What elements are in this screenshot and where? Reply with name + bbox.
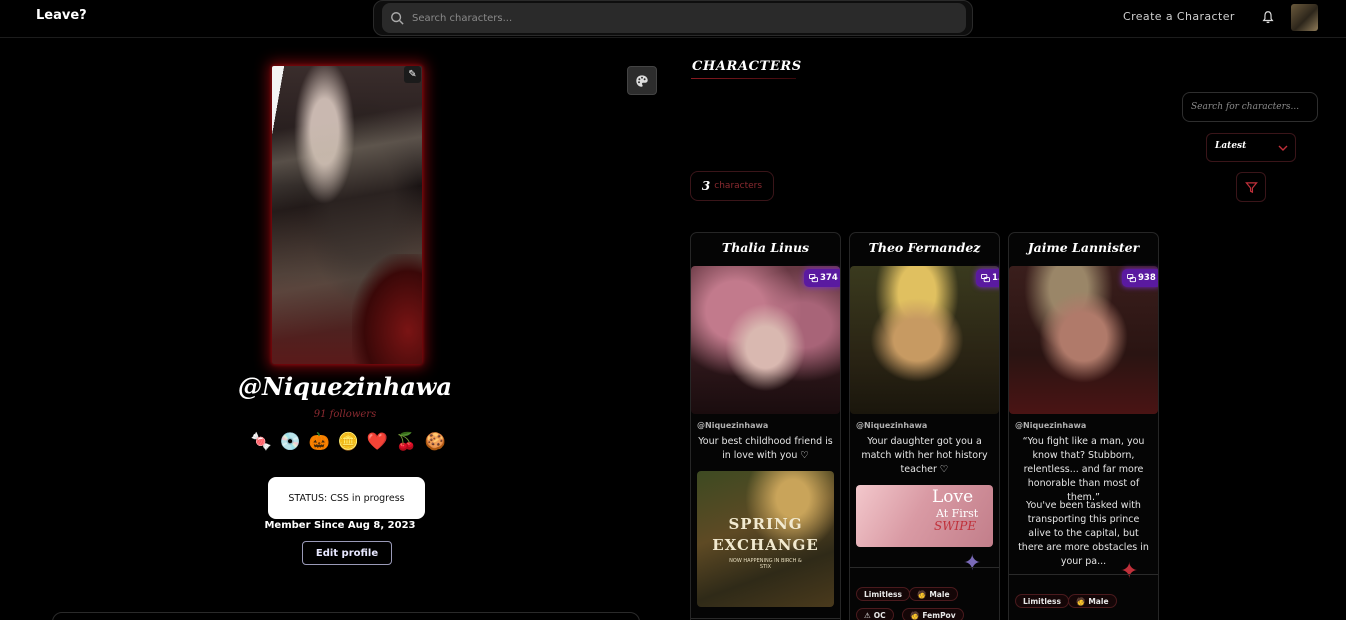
create-character-link[interactable]: Create a Character — [1123, 10, 1235, 23]
heading-underline — [691, 78, 796, 79]
tag-pill[interactable]: 🧑 Male — [909, 587, 958, 601]
sparkle-icon: ✦ — [963, 551, 982, 576]
character-image — [850, 266, 999, 414]
tag-pill[interactable]: Limitless — [856, 587, 910, 601]
character-name: Thalia Linus — [721, 240, 810, 255]
sparkle-icon: ✦ — [1120, 559, 1139, 584]
chat-bubbles-icon — [981, 273, 990, 282]
search-icon — [391, 12, 404, 25]
disc-badge-icon[interactable]: 💿 — [278, 430, 303, 454]
character-search-input[interactable] — [1191, 100, 1311, 114]
pumpkin-badge-icon[interactable]: 🎃 — [307, 430, 332, 454]
banner-title-line1: SPRING — [728, 515, 803, 533]
character-name: Jaime Lannister — [1027, 240, 1140, 255]
person-icon: 🧑 — [917, 589, 927, 599]
edit-pencil-icon[interactable]: ✎ — [404, 66, 421, 83]
character-creator[interactable]: @Niquezinhawa — [697, 421, 768, 430]
global-search-input[interactable] — [412, 9, 952, 27]
card-divider — [1009, 574, 1158, 575]
spring-exchange-banner[interactable]: SPRING EXCHANGE NOW HAPPENING IN BIRCH &… — [697, 471, 834, 607]
follower-count[interactable]: 91 followers — [245, 409, 445, 420]
candy-badge-icon[interactable]: 🍬 — [249, 430, 274, 454]
message-count: 1.4k — [992, 273, 999, 283]
message-count: 938 — [1138, 273, 1156, 283]
cookie-badge-icon[interactable]: 🍪 — [423, 430, 448, 454]
character-quote: “You fight like a man, you know that? St… — [1022, 436, 1145, 503]
brand-link[interactable]: Leave? — [36, 8, 87, 23]
badge-row: 🍬 💿 🎃 🪙 ❤️ 🍒 🍪 — [249, 430, 448, 454]
character-description: Your daughter got you a match with her h… — [861, 436, 988, 475]
heart-badge-icon[interactable]: ❤️ — [365, 430, 390, 454]
profile-username: @Niquezinhawa — [238, 372, 452, 401]
portrait-art-shadow — [352, 254, 422, 364]
top-navbar: Leave? Create a Character — [0, 0, 1346, 38]
message-count-badge: 1.4k — [976, 269, 999, 287]
user-avatar[interactable] — [1291, 4, 1318, 31]
tag-pill[interactable]: Limitless — [1015, 594, 1069, 608]
banner-title-line1: Love — [932, 487, 974, 507]
edit-profile-button[interactable]: Edit profile — [302, 541, 392, 565]
tag-pill[interactable]: 🧑 FemPov — [902, 608, 964, 620]
sort-dropdown[interactable]: Latest — [1206, 133, 1296, 162]
character-image — [691, 266, 840, 414]
character-count-badge: 3 characters — [690, 171, 774, 201]
member-since: Member Since Aug 8, 2023 — [264, 520, 416, 531]
character-card-thalia[interactable]: Thalia Linus 374 @Niquezinhawa Your best… — [690, 232, 841, 620]
sort-selected-value: Latest — [1215, 141, 1247, 151]
card-divider — [850, 567, 999, 568]
character-name: Theo Fernandez — [868, 240, 981, 255]
warning-icon: ⚠ — [864, 610, 871, 620]
love-at-first-swipe-banner[interactable]: Love At First SWIPE — [856, 485, 993, 547]
chevron-down-icon — [1278, 145, 1288, 151]
profile-tabs-bar — [52, 612, 640, 620]
message-count: 374 — [820, 273, 838, 283]
character-card-jaime[interactable]: Jaime Lannister 938 @Niquezinhawa “You f… — [1008, 232, 1159, 620]
banner-title-line2: EXCHANGE — [712, 536, 819, 554]
person-icon: 🧑 — [910, 610, 920, 620]
global-search-box — [382, 3, 966, 33]
tag-pill[interactable]: 🧑 Male — [1068, 594, 1117, 608]
palette-icon — [636, 74, 648, 87]
character-creator[interactable]: @Niquezinhawa — [856, 421, 927, 430]
character-card-theo[interactable]: Theo Fernandez 1.4k @Niquezinhawa Your d… — [849, 232, 1000, 620]
character-image — [1009, 266, 1158, 414]
profile-portrait — [272, 66, 422, 364]
filter-button[interactable] — [1236, 172, 1266, 202]
character-count-number: 3 — [701, 179, 711, 193]
coin-badge-icon[interactable]: 🪙 — [336, 430, 361, 454]
card-divider — [691, 618, 840, 619]
status-message: STATUS: CSS in progress — [268, 477, 425, 519]
characters-heading: CHARACTERS — [692, 59, 802, 74]
message-count-badge: 938 — [1122, 269, 1158, 287]
banner-title-line3: SWIPE — [934, 519, 977, 533]
message-count-badge: 374 — [804, 269, 840, 287]
palette-button[interactable] — [627, 66, 657, 95]
banner-subtitle: NOW HAPPENING IN BIRCH & STIX — [729, 558, 802, 570]
bell-icon[interactable] — [1261, 10, 1275, 24]
chat-bubbles-icon — [809, 273, 818, 282]
character-creator[interactable]: @Niquezinhawa — [1015, 421, 1086, 430]
global-search-container — [373, 0, 973, 36]
cherry-badge-icon[interactable]: 🍒 — [394, 430, 419, 454]
filter-icon — [1244, 181, 1258, 193]
character-search-box — [1182, 92, 1318, 122]
character-count-label: characters — [714, 181, 763, 191]
character-description: Your best childhood friend is in love wi… — [698, 436, 833, 461]
chat-bubbles-icon — [1127, 273, 1136, 282]
tag-pill[interactable]: ⚠ OC — [856, 608, 894, 620]
person-icon: 🧑 — [1076, 596, 1086, 606]
